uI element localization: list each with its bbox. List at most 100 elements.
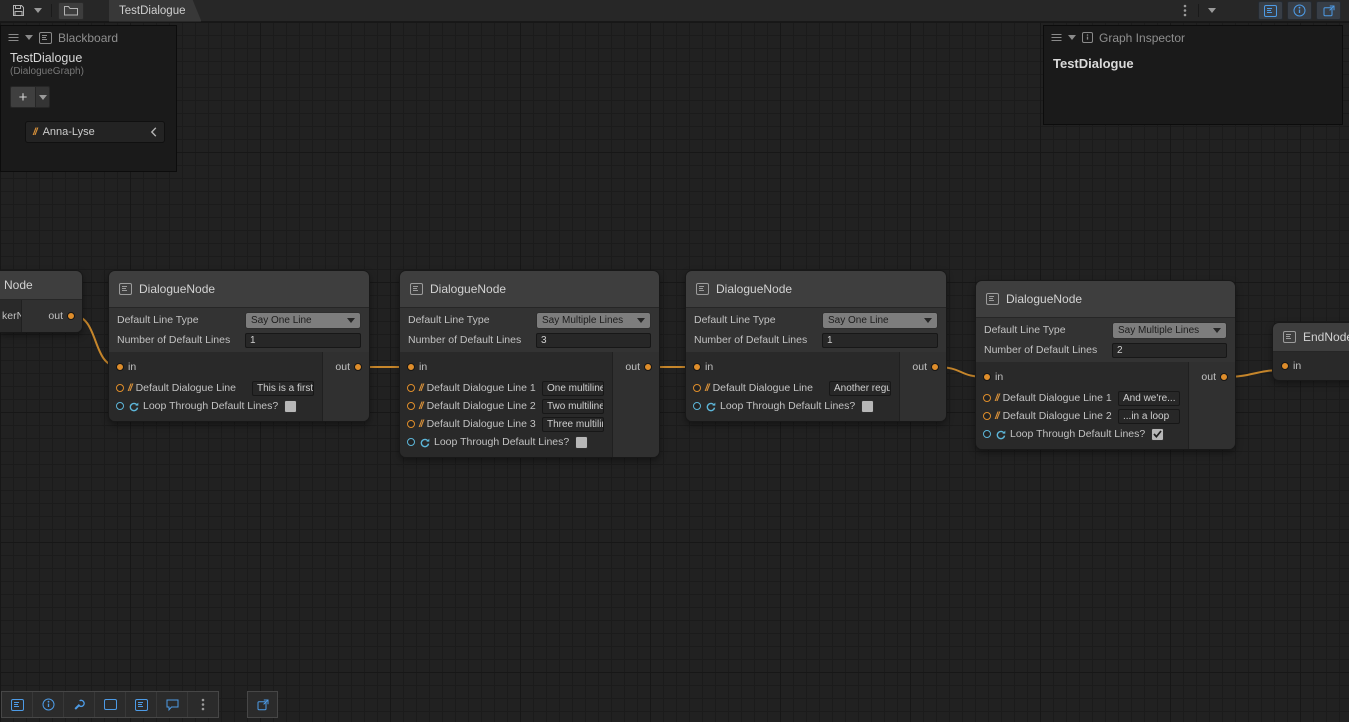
tools-button[interactable] (64, 692, 95, 717)
dialogue-line-field[interactable]: Three multilin (542, 417, 604, 432)
node-title: EndNode (1303, 330, 1349, 344)
inspector-toggle-button[interactable] (1287, 1, 1312, 20)
node-title-bar[interactable]: DialogueNode (400, 271, 659, 308)
node-title-bar[interactable]: DialogueNode (976, 281, 1235, 318)
blackboard-toggle-button[interactable] (1258, 1, 1283, 20)
dialogue-line-label: Default Dialogue Line 2 (1003, 410, 1114, 422)
out-port[interactable] (931, 363, 939, 371)
loop-port[interactable] (983, 430, 991, 438)
save-icon (12, 4, 25, 17)
node-title-bar[interactable]: DialogueNode (686, 271, 946, 308)
dialogue-node[interactable]: DialogueNodeDefault Line TypeSay Multipl… (399, 270, 660, 458)
save-dropdown-button[interactable] (31, 2, 45, 20)
dialogue-line-port[interactable] (983, 394, 991, 402)
dialogue-line-field[interactable]: ...in a loop (1118, 409, 1180, 424)
chevron-down-icon (39, 95, 47, 100)
dialogue-line-port[interactable] (407, 420, 415, 428)
dialogue-line-port[interactable] (983, 412, 991, 420)
blackboard-field[interactable]: // Anna-Lyse (25, 121, 165, 143)
loop-checkbox[interactable] (861, 400, 874, 413)
collapse-arrow-icon[interactable] (1068, 35, 1076, 40)
inspector-icon (1082, 32, 1093, 43)
clipped-speaker-node[interactable]: NodekerNameout (0, 270, 83, 333)
end-node[interactable]: EndNodein (1272, 322, 1349, 381)
dialogue-line-port[interactable] (693, 384, 701, 392)
blackboard-field-name: Anna-Lyse (43, 126, 144, 138)
add-property-dropdown[interactable] (36, 86, 50, 108)
dialogue-line-field[interactable]: Another regu (829, 381, 891, 396)
dialogue-node[interactable]: DialogueNodeDefault Line TypeSay One Lin… (108, 270, 370, 422)
num-lines-field[interactable]: 2 (1112, 343, 1227, 358)
out-port[interactable] (1220, 373, 1228, 381)
loop-port[interactable] (407, 438, 415, 446)
out-port[interactable] (67, 312, 75, 320)
node-title-bar[interactable]: DialogueNode (109, 271, 369, 308)
in-port[interactable] (983, 373, 991, 381)
dialogue-button[interactable] (157, 692, 188, 717)
dialogue-node[interactable]: DialogueNodeDefault Line TypeSay One Lin… (685, 270, 947, 422)
loop-checkbox[interactable] (284, 400, 297, 413)
add-property-button[interactable]: + (10, 86, 36, 108)
dialogue-line-field[interactable]: Two multiline (542, 399, 604, 414)
out-port[interactable] (354, 363, 362, 371)
end-node-icon (1283, 331, 1296, 343)
dialogue-line-field[interactable]: One multiline (542, 381, 604, 396)
collapse-arrow-icon[interactable] (25, 35, 33, 40)
hamburger-icon[interactable] (1051, 33, 1062, 42)
num-lines-field[interactable]: 3 (536, 333, 651, 348)
tools-icon (73, 698, 86, 711)
save-button[interactable] (7, 2, 29, 20)
blackboard-panel[interactable]: Blackboard TestDialogue (DialogueGraph) … (0, 25, 177, 172)
loop-checkbox[interactable] (575, 436, 588, 449)
dialogue-line-field[interactable]: And we're... (1118, 391, 1180, 406)
in-port[interactable] (1281, 362, 1289, 370)
more-button[interactable] (188, 692, 218, 717)
loop-port[interactable] (116, 402, 124, 410)
dropdown-value: Say One Line (251, 315, 312, 326)
out-port[interactable] (644, 363, 652, 371)
console-button[interactable] (2, 692, 33, 717)
graph-inspector-header[interactable]: Graph Inspector (1044, 26, 1342, 49)
dialogue-node-icon (119, 283, 132, 295)
dialogue-node[interactable]: DialogueNodeDefault Line TypeSay Multipl… (975, 280, 1236, 450)
open-asset-button[interactable] (58, 2, 84, 20)
graph-inspector-panel[interactable]: Graph Inspector TestDialogue (1043, 25, 1343, 125)
toolbar-divider (51, 4, 52, 17)
open-graph-button[interactable] (247, 691, 278, 718)
asset-tab[interactable]: TestDialogue (109, 0, 201, 22)
hamburger-icon[interactable] (8, 33, 19, 42)
in-port[interactable] (407, 363, 415, 371)
line-type-dropdown[interactable]: Say One Line (245, 312, 361, 329)
dialogue-line-port[interactable] (407, 402, 415, 410)
node-title-bar[interactable]: EndNode (1273, 323, 1349, 352)
dialogue-node-icon (410, 283, 423, 295)
graph-name: TestDialogue (10, 51, 167, 65)
loop-checkbox[interactable] (1151, 428, 1164, 441)
dialogue-graph-window: NodekerNameout DialogueNodeDefault Line T… (0, 0, 1349, 722)
loop-port[interactable] (693, 402, 701, 410)
in-port[interactable] (693, 363, 701, 371)
node-ports: in//Default Dialogue LineThis is a first… (109, 352, 369, 421)
frame-button[interactable] (95, 692, 126, 717)
preview-toggle-button[interactable] (1316, 1, 1341, 20)
node-title-bar[interactable]: Node (0, 271, 82, 300)
num-lines-field[interactable]: 1 (245, 333, 361, 348)
dialogue-line-port[interactable] (116, 384, 124, 392)
inspector-button[interactable] (33, 692, 64, 717)
quote-icon: // (419, 401, 423, 412)
blackboard-header[interactable]: Blackboard (1, 26, 176, 49)
dialogue-line-field[interactable]: This is a first (252, 381, 314, 396)
in-port[interactable] (116, 363, 124, 371)
layout-dropdown-button[interactable] (1205, 2, 1219, 20)
inspector-selection: TestDialogue (1053, 56, 1333, 71)
line-type-dropdown[interactable]: Say One Line (822, 312, 938, 329)
more-menu-button[interactable] (1178, 2, 1192, 20)
chevron-left-icon[interactable] (150, 127, 157, 137)
num-lines-field[interactable]: 1 (822, 333, 938, 348)
quote-icon: // (33, 127, 37, 138)
blackboard-button[interactable] (126, 692, 157, 717)
dropdown-value: Say Multiple Lines (542, 315, 623, 326)
line-type-dropdown[interactable]: Say Multiple Lines (1112, 322, 1227, 339)
line-type-dropdown[interactable]: Say Multiple Lines (536, 312, 651, 329)
dialogue-line-port[interactable] (407, 384, 415, 392)
